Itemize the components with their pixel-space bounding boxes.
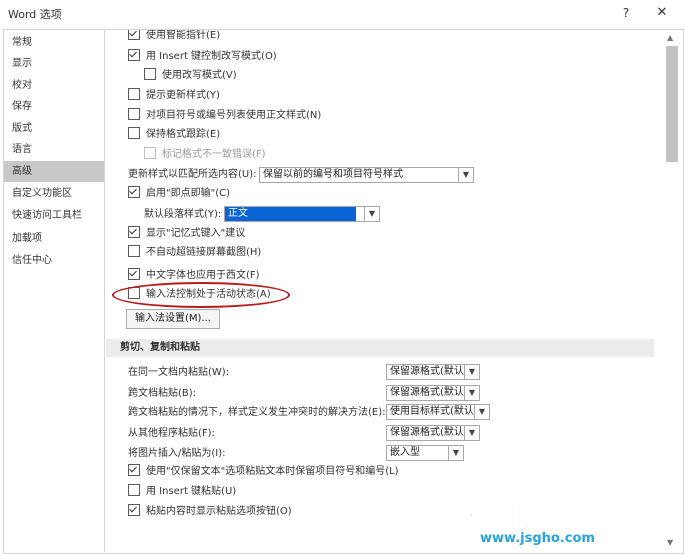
checkbox[interactable] (144, 68, 156, 80)
paste-same-doc-select[interactable]: 保留源格式(默认) ▼ (386, 364, 480, 380)
checkbox[interactable] (128, 127, 140, 139)
ime-settings-button[interactable]: 输入法设置(M)... (126, 309, 220, 329)
insert-picture-as-label: 将图片插入/粘贴为(I): (128, 448, 226, 459)
chevron-down-icon: ▼ (364, 207, 379, 221)
sidebar-item-layout[interactable]: 版式 (4, 118, 104, 139)
insert-picture-as-select[interactable]: 嵌入型 ▼ (386, 445, 464, 461)
sidebar-item-language[interactable]: 语言 (4, 139, 104, 160)
paste-between-docs-select[interactable]: 保留源格式(默认) ▼ (386, 385, 480, 401)
checkbox[interactable] (128, 108, 140, 120)
option-normal-style-lists[interactable]: 对项目符号或编号列表使用正文样式(N) (128, 108, 321, 124)
option-click-and-type[interactable]: 启用"即点即输"(C) (128, 186, 230, 202)
close-button[interactable]: ✕ (652, 3, 672, 23)
chevron-down-icon: ▼ (474, 405, 489, 419)
chevron-down-icon: ▼ (464, 426, 479, 440)
sidebar-item-save[interactable]: 保存 (4, 96, 104, 117)
sidebar-item-customize-ribbon[interactable]: 自定义功能区 (4, 183, 104, 204)
sidebar-item-advanced[interactable]: 高级 (4, 161, 104, 182)
checkbox[interactable] (128, 226, 140, 238)
sidebar-item-addins[interactable]: 加载项 (4, 228, 104, 249)
update-style-select[interactable]: 保留以前的编号和项目符号样式 ▼ (259, 167, 474, 183)
chevron-down-icon: ▼ (448, 446, 463, 460)
checkbox[interactable] (128, 186, 140, 198)
option-show-paste-button[interactable]: 粘贴内容时显示粘贴选项按钮(O) (128, 504, 292, 520)
help-button[interactable]: ? (616, 3, 636, 23)
chevron-down-icon: ▼ (464, 365, 479, 379)
option-mark-inconsistencies: 标记格式不一致错误(F) (144, 147, 266, 163)
option-keep-bullets-text-only[interactable]: 使用"仅保留文本"选项粘贴文本时保留项目符号和编号(L) (128, 464, 399, 480)
option-prompt-update-style[interactable]: 提示更新样式(Y) (128, 88, 220, 104)
option-no-hyperlink-screenshot[interactable]: 不自动超链接屏幕截图(H) (128, 245, 261, 261)
sidebar-item-display[interactable]: 显示 (4, 53, 104, 74)
checkbox[interactable] (128, 504, 140, 516)
sidebar-item-general[interactable]: 常规 (4, 32, 104, 53)
option-insert-key-overtype[interactable]: 用 Insert 键控制改写模式(O) (128, 49, 277, 65)
scroll-down-arrow-icon[interactable]: ▼ (667, 538, 673, 547)
scroll-up-arrow-icon[interactable]: ▲ (667, 33, 673, 42)
update-style-label: 更新样式以匹配所选内容(U): (128, 169, 257, 180)
option-autocomplete[interactable]: 显示"记忆式键入"建议 (128, 226, 245, 242)
scrollbar-thumb[interactable] (666, 46, 678, 162)
sidebar-item-quick-access[interactable]: 快速访问工具栏 (4, 205, 104, 226)
paste-other-programs-select[interactable]: 保留源格式(默认) ▼ (386, 425, 480, 441)
paste-style-conflict-label: 跨文档粘贴的情况下，样式定义发生冲突时的解决方法(E): (128, 407, 386, 418)
window-title: Word 选项 (8, 8, 62, 21)
checkbox[interactable] (128, 464, 140, 476)
default-paragraph-style-select[interactable]: 正文 ▼ (224, 206, 380, 222)
checkbox[interactable] (128, 268, 140, 280)
watermark-url: www.jsgho.com (480, 531, 595, 546)
checkbox[interactable] (128, 245, 140, 257)
sidebar-item-proofing[interactable]: 校对 (4, 75, 104, 96)
checkbox[interactable] (128, 49, 140, 61)
paste-between-docs-label: 跨文档粘贴(B): (128, 388, 197, 399)
title-bar: Word 选项 ? ✕ (0, 0, 685, 26)
checkbox[interactable] (128, 30, 140, 40)
annotation-highlight-ellipse (112, 282, 290, 308)
option-use-overtype[interactable]: 使用改写模式(V) (144, 68, 237, 84)
paste-style-conflict-select[interactable]: 使用目标样式(默认) ▼ (386, 404, 490, 420)
checkbox (144, 147, 156, 159)
option-insert-key-paste[interactable]: 用 Insert 键粘贴(U) (128, 484, 236, 500)
checkbox[interactable] (128, 484, 140, 496)
option-track-formatting[interactable]: 保持格式跟踪(E) (128, 127, 220, 143)
section-header-cut-copy-paste: 剪切、复制和粘贴 (106, 339, 654, 357)
chevron-down-icon: ▼ (464, 386, 479, 400)
paste-same-doc-label: 在同一文档内粘贴(W): (128, 367, 230, 378)
options-sidebar: 常规 显示 校对 保存 版式 语言 高级 自定义功能区 快速访问工具栏 加载项 … (4, 30, 105, 552)
default-paragraph-style-label: 默认段落样式(Y): (144, 209, 222, 220)
sidebar-item-trust-center[interactable]: 信任中心 (4, 250, 104, 271)
chevron-down-icon: ▼ (458, 168, 473, 182)
checkbox[interactable] (128, 88, 140, 100)
paste-other-programs-label: 从其他程序粘贴(F): (128, 428, 215, 439)
option-smart-cursor[interactable]: 使用智能指针(E) (128, 30, 220, 44)
